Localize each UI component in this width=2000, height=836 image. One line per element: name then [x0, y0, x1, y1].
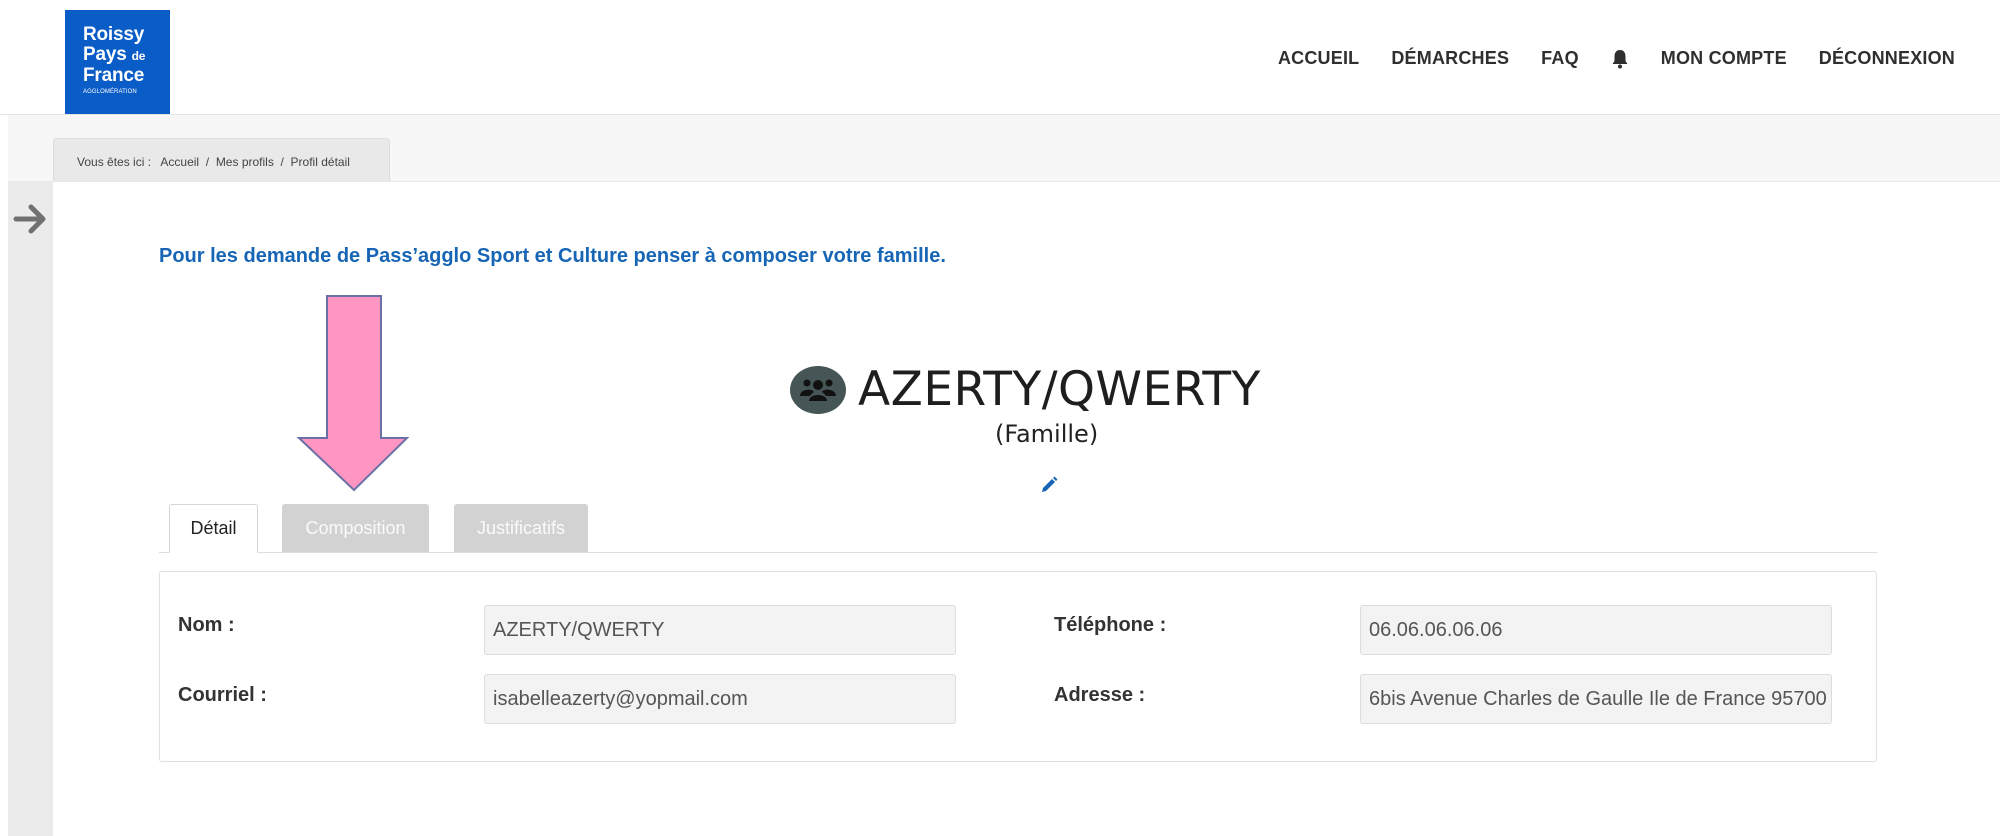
pink-down-arrow-icon	[296, 295, 410, 492]
profile-type: (Famille)	[995, 420, 1099, 448]
logo-line-1: Roissy	[83, 24, 145, 45]
profile-title: AZERTY/QWERTY	[858, 362, 1261, 417]
tab-bar: Détail Composition Justificatifs	[159, 504, 1877, 553]
pencil-icon[interactable]	[1040, 476, 1058, 494]
tab-detail[interactable]: Détail	[169, 504, 258, 553]
courriel-field[interactable]: isabelleazerty@yopmail.com	[484, 674, 956, 724]
breadcrumb-item-profil-detail: Profil détail	[290, 155, 350, 169]
breadcrumb-item-mes-profils[interactable]: Mes profils	[216, 155, 274, 169]
bell-icon[interactable]	[1611, 49, 1629, 69]
notice-text: Pour les demande de Pass’agglo Sport et …	[159, 245, 946, 267]
nav-mon-compte[interactable]: MON COMPTE	[1661, 48, 1787, 69]
nav-faq[interactable]: FAQ	[1541, 48, 1579, 69]
nav-accueil[interactable]: ACCUEIL	[1278, 48, 1359, 69]
adresse-field[interactable]: 6bis Avenue Charles de Gaulle Ile de Fra…	[1360, 674, 1832, 724]
breadcrumb-prefix: Vous êtes ici :	[77, 155, 152, 169]
logo[interactable]: Roissy Pays de France AGGLOMÉRATION	[65, 10, 170, 114]
main-nav: ACCUEIL DÉMARCHES FAQ MON COMPTE DÉCONNE…	[1246, 48, 1955, 69]
logo-line-3: France	[83, 65, 145, 86]
telephone-field[interactable]: 06.06.06.06.06	[1360, 605, 1832, 655]
nom-label: Nom :	[178, 614, 235, 636]
courriel-label: Courriel :	[178, 684, 267, 706]
profile-heading: AZERTY/QWERTY	[790, 362, 1261, 417]
nav-demarches[interactable]: DÉMARCHES	[1391, 48, 1509, 69]
header: Roissy Pays de France AGGLOMÉRATION ACCU…	[0, 0, 2000, 115]
nom-field[interactable]: AZERTY/QWERTY	[484, 605, 956, 655]
logo-line-2: Pays de	[83, 44, 146, 65]
breadcrumb: Vous êtes ici : Accueil / Mes profils / …	[53, 138, 390, 181]
telephone-label: Téléphone :	[1054, 614, 1167, 636]
family-icon	[790, 365, 846, 414]
arrow-right-icon[interactable]	[12, 201, 50, 237]
nav-deconnexion[interactable]: DÉCONNEXION	[1819, 48, 1955, 69]
detail-panel: Nom : AZERTY/QWERTY Courriel : isabellea…	[159, 571, 1877, 762]
breadcrumb-item-accueil[interactable]: Accueil	[160, 155, 199, 169]
logo-line-4: AGGLOMÉRATION	[83, 89, 137, 95]
side-rail	[8, 181, 53, 836]
tab-justificatifs[interactable]: Justificatifs	[454, 504, 588, 552]
adresse-label: Adresse :	[1054, 684, 1146, 706]
tab-composition[interactable]: Composition	[282, 504, 429, 552]
